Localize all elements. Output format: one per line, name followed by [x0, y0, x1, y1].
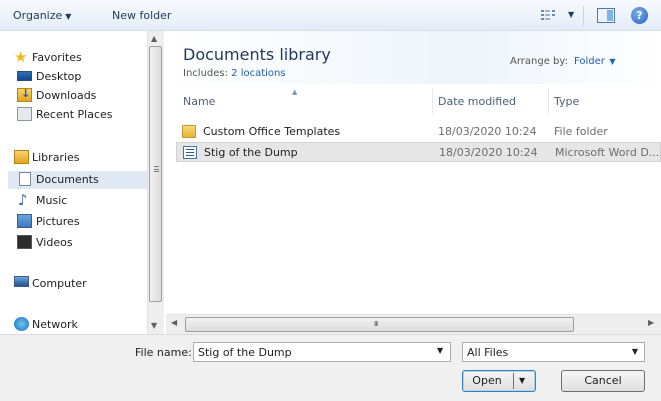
navigation-scrollbar[interactable]: ▲ ▼: [147, 31, 164, 334]
organize-label: Organize: [13, 9, 63, 22]
file-date-modified: 18/03/2020 10:24: [439, 146, 538, 159]
chevron-down-icon: ▼: [631, 347, 638, 356]
downloads-folder-icon: [17, 87, 32, 102]
library-header: Documents library Includes: 2 locations …: [166, 31, 661, 84]
split-divider: [513, 373, 514, 389]
music-icon: ♪: [18, 191, 28, 209]
toolbar-divider: [583, 6, 584, 26]
column-header-date-modified[interactable]: Date modified: [438, 95, 516, 108]
nav-item-label: Computer: [32, 277, 87, 290]
file-type-value: All Files: [467, 346, 509, 359]
videos-icon: [17, 235, 32, 249]
star-icon: ★: [14, 48, 28, 66]
change-view-icon[interactable]: [540, 9, 560, 23]
documents-icon: [19, 172, 31, 186]
locations-link[interactable]: 2 locations: [231, 68, 285, 79]
network-icon: [14, 317, 29, 331]
help-icon[interactable]: ?: [631, 7, 648, 24]
file-row-stig-of-the-dump[interactable]: Stig of the Dump 18/03/2020 10:24 Micros…: [176, 142, 661, 162]
preview-pane-icon[interactable]: [597, 8, 615, 23]
horizontal-scrollbar[interactable]: ◀ III ▶: [166, 314, 661, 334]
pictures-icon: [17, 214, 32, 228]
column-headers: ▲ Name Date modified Type: [166, 88, 661, 114]
nav-item-label: Libraries: [32, 151, 80, 164]
nav-item-label: Documents: [36, 173, 99, 186]
file-name: Stig of the Dump: [204, 146, 298, 159]
scroll-down-arrow-icon[interactable]: ▼: [151, 321, 157, 330]
column-header-name[interactable]: Name: [183, 95, 215, 108]
cancel-button-label: Cancel: [584, 374, 622, 387]
chevron-down-icon: ▼: [65, 12, 72, 21]
libraries-icon: [14, 150, 29, 164]
library-title: Documents library: [183, 45, 331, 64]
file-name-label: File name:: [135, 346, 192, 359]
cancel-button[interactable]: Cancel: [561, 370, 645, 392]
file-name-dropdown-chevron-icon[interactable]: ▼: [437, 346, 443, 355]
recent-places-icon: [17, 107, 32, 121]
grip-icon: III: [374, 320, 378, 328]
file-type-select[interactable]: All Files ▼: [462, 342, 645, 362]
open-options-chevron-icon[interactable]: ▼: [519, 371, 525, 391]
file-type: Microsoft Word D...: [555, 146, 660, 159]
includes-label: Includes:: [183, 68, 228, 79]
arrange-by-dropdown[interactable]: Folder: [574, 56, 605, 67]
organize-button[interactable]: Organize ▼: [13, 9, 71, 22]
nav-item-label: Network: [32, 318, 78, 331]
navigation-pane: ★ Favorites Desktop Downloads Recent Pla…: [8, 31, 147, 334]
nav-item-label: Desktop: [36, 70, 82, 83]
nav-item-label: Recent Places: [36, 108, 113, 121]
command-bar: Organize ▼ New folder ▼ ?: [0, 0, 661, 31]
new-folder-label: New folder: [112, 9, 172, 22]
file-date-modified: 18/03/2020 10:24: [438, 125, 537, 138]
grip-icon: [154, 166, 159, 172]
column-header-type[interactable]: Type: [554, 95, 579, 108]
open-button[interactable]: Open ▼: [462, 370, 536, 392]
word-document-icon: [183, 146, 197, 159]
scroll-up-arrow-icon[interactable]: ▲: [151, 34, 157, 43]
nav-item-label: Videos: [36, 236, 73, 249]
file-name-input[interactable]: [193, 342, 451, 362]
nav-item-label: Music: [36, 194, 68, 207]
file-name: Custom Office Templates: [203, 125, 341, 138]
arrange-by: Arrange by: Folder ▼: [510, 56, 616, 67]
library-includes: Includes: 2 locations: [183, 68, 286, 79]
view-options-chevron-icon[interactable]: ▼: [568, 10, 574, 19]
column-divider[interactable]: [432, 88, 433, 114]
desktop-icon: [17, 71, 32, 81]
file-list-pane: Documents library Includes: 2 locations …: [166, 31, 661, 314]
scroll-right-arrow-icon[interactable]: ▶: [648, 318, 654, 327]
scrollbar-thumb[interactable]: [149, 46, 162, 302]
sort-ascending-icon: ▲: [292, 88, 298, 96]
open-button-label: Open: [472, 374, 502, 387]
folder-icon: [182, 125, 196, 138]
new-folder-button[interactable]: New folder: [112, 9, 171, 22]
computer-icon: [14, 276, 29, 287]
chevron-down-icon[interactable]: ▼: [607, 57, 615, 66]
file-type: File folder: [554, 125, 608, 138]
nav-item-documents[interactable]: Documents: [8, 171, 147, 189]
scroll-left-arrow-icon[interactable]: ◀: [171, 318, 177, 327]
dialog-footer: File name: ▼ All Files ▼ Open ▼ Cancel: [0, 334, 661, 401]
scrollbar-thumb[interactable]: III: [185, 317, 574, 332]
file-row-custom-office-templates[interactable]: Custom Office Templates 18/03/2020 10:24…: [176, 122, 661, 142]
nav-item-label: Downloads: [36, 89, 97, 102]
nav-item-label: Favorites: [32, 51, 82, 64]
column-divider[interactable]: [548, 88, 549, 114]
arrange-label: Arrange by:: [510, 56, 568, 67]
nav-item-label: Pictures: [36, 215, 80, 228]
